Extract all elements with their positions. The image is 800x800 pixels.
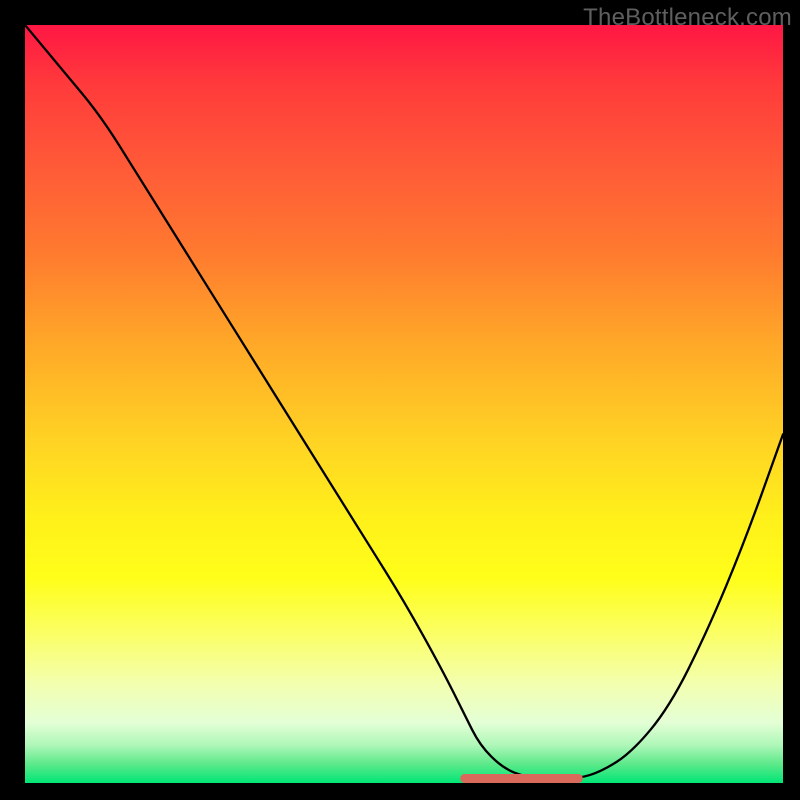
plot-area	[25, 25, 783, 783]
watermark-text: TheBottleneck.com	[583, 4, 792, 32]
chart-container: TheBottleneck.com	[0, 0, 800, 800]
curve-line	[25, 25, 783, 778]
curve-svg	[25, 25, 783, 783]
